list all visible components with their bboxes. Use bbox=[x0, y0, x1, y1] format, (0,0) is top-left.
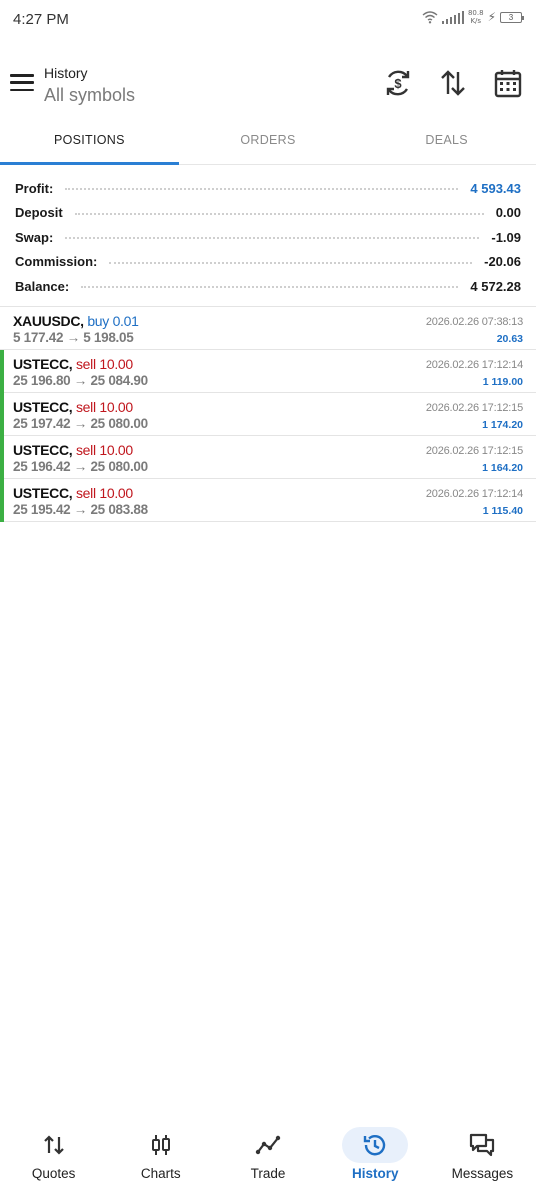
position-title: USTECC, sell 10.00 bbox=[13, 399, 133, 415]
position-title: USTECC, sell 10.00 bbox=[13, 442, 133, 458]
position-symbol: USTECC, bbox=[13, 399, 73, 415]
status-bar: 4:27 PM 80.8 K/s ⚡ 3 bbox=[0, 0, 536, 40]
summary-value: 4 572.28 bbox=[470, 278, 521, 294]
svg-text:$: $ bbox=[394, 76, 402, 91]
position-type: sell 10.00 bbox=[75, 356, 133, 372]
dotted-leader bbox=[65, 237, 480, 240]
nav-label: History bbox=[351, 1166, 399, 1181]
summary-value: -20.06 bbox=[484, 254, 521, 270]
wifi-icon bbox=[422, 11, 438, 24]
dotted-leader bbox=[65, 188, 459, 191]
dotted-leader bbox=[109, 261, 473, 264]
bottom-navigation: Quotes Charts Trade History Messages bbox=[0, 1120, 536, 1200]
tab-orders[interactable]: ORDERS bbox=[179, 121, 358, 164]
position-time: 2026.02.26 07:38:13 bbox=[425, 316, 523, 328]
position-time: 2026.02.26 17:12:15 bbox=[425, 445, 523, 457]
position-title: USTECC, sell 10.00 bbox=[13, 356, 133, 372]
summary-label: Profit: bbox=[15, 180, 54, 196]
symbol-filter[interactable]: All symbols bbox=[44, 85, 135, 106]
position-prices: 25 196.80 → 25 084.90 bbox=[13, 373, 148, 388]
position-prices: 25 197.42 → 25 080.00 bbox=[13, 416, 148, 431]
trade-icon bbox=[255, 1135, 281, 1155]
position-time: 2026.02.26 17:12:14 bbox=[425, 359, 523, 371]
nav-quotes[interactable]: Quotes bbox=[0, 1120, 107, 1200]
position-type: sell 10.00 bbox=[75, 442, 133, 458]
battery-icon: 3 bbox=[500, 11, 524, 23]
summary-value: 4 593.43 bbox=[470, 180, 521, 196]
position-type: sell 10.00 bbox=[75, 399, 133, 415]
position-time: 2026.02.26 17:12:15 bbox=[425, 402, 523, 414]
position-symbol: USTECC, bbox=[13, 485, 73, 501]
account-summary: Profit: 4 593.43 Deposit 0.00 Swap: -1.0… bbox=[0, 176, 536, 299]
nav-charts[interactable]: Charts bbox=[107, 1120, 214, 1200]
summary-value: 0.00 bbox=[495, 205, 521, 221]
summary-label: Commission: bbox=[15, 254, 98, 270]
summary-value: -1.09 bbox=[491, 229, 521, 245]
position-time: 2026.02.26 17:12:14 bbox=[425, 488, 523, 500]
nav-label: Trade bbox=[250, 1166, 286, 1181]
position-prices: 5 177.42 → 5 198.05 bbox=[13, 330, 134, 345]
nav-label: Quotes bbox=[31, 1166, 76, 1181]
signal-icon bbox=[441, 10, 464, 24]
summary-label: Swap: bbox=[15, 229, 54, 245]
position-prices: 25 195.42 → 25 083.88 bbox=[13, 502, 148, 517]
position-type: sell 10.00 bbox=[75, 485, 133, 501]
messages-icon bbox=[470, 1133, 495, 1157]
app-header: History All symbols $ bbox=[0, 52, 536, 116]
network-speed-unit: K/s bbox=[470, 17, 482, 25]
position-profit: 1 115.40 bbox=[482, 505, 523, 517]
history-tabs: POSITIONS ORDERS DEALS bbox=[0, 121, 536, 165]
sort-icon[interactable] bbox=[439, 68, 467, 98]
dotted-leader bbox=[74, 212, 484, 215]
menu-icon[interactable] bbox=[10, 74, 34, 94]
positions-list: XAUUSDC, buy 0.01 5 177.42 → 5 198.05 20… bbox=[0, 306, 536, 522]
position-row[interactable]: USTECC, sell 10.00 25 196.42 → 25 080.00… bbox=[0, 436, 536, 479]
summary-row-commission: Commission: -20.06 bbox=[0, 250, 536, 275]
summary-row-profit: Profit: 4 593.43 bbox=[0, 176, 536, 201]
tab-positions[interactable]: POSITIONS bbox=[0, 121, 179, 165]
position-symbol: USTECC, bbox=[13, 442, 73, 458]
summary-label: Balance: bbox=[15, 278, 70, 294]
position-profit: 20.63 bbox=[496, 333, 523, 345]
nav-history[interactable]: History bbox=[322, 1120, 429, 1200]
position-row[interactable]: USTECC, sell 10.00 25 195.42 → 25 083.88… bbox=[0, 479, 536, 522]
history-icon bbox=[364, 1135, 386, 1156]
position-symbol: USTECC, bbox=[13, 356, 73, 372]
position-row[interactable]: USTECC, sell 10.00 25 197.42 → 25 080.00… bbox=[0, 393, 536, 436]
position-type: buy 0.01 bbox=[87, 313, 139, 329]
quotes-icon bbox=[43, 1135, 64, 1155]
dotted-leader bbox=[81, 286, 459, 289]
summary-row-deposit: Deposit 0.00 bbox=[0, 201, 536, 226]
status-time: 4:27 PM bbox=[13, 11, 69, 28]
position-title: XAUUSDC, buy 0.01 bbox=[13, 313, 139, 329]
summary-row-swap: Swap: -1.09 bbox=[0, 225, 536, 250]
charts-icon bbox=[151, 1135, 170, 1155]
status-icons: 80.8 K/s ⚡ 3 bbox=[422, 9, 524, 25]
summary-label: Deposit bbox=[15, 205, 63, 221]
position-title: USTECC, sell 10.00 bbox=[13, 485, 133, 501]
calendar-icon[interactable] bbox=[494, 68, 522, 98]
position-prices: 25 196.42 → 25 080.00 bbox=[13, 459, 148, 474]
nav-label: Charts bbox=[140, 1166, 181, 1181]
position-profit: 1 164.20 bbox=[482, 462, 523, 474]
tab-deals[interactable]: DEALS bbox=[357, 121, 536, 164]
summary-row-balance: Balance: 4 572.28 bbox=[0, 274, 536, 299]
position-symbol: XAUUSDC, bbox=[13, 313, 84, 329]
network-speed: 80.8 K/s bbox=[468, 9, 484, 25]
nav-messages[interactable]: Messages bbox=[429, 1120, 536, 1200]
position-row[interactable]: USTECC, sell 10.00 25 196.80 → 25 084.90… bbox=[0, 350, 536, 393]
position-profit: 1 119.00 bbox=[482, 376, 523, 388]
network-speed-value: 80.8 bbox=[467, 9, 484, 17]
position-row[interactable]: XAUUSDC, buy 0.01 5 177.42 → 5 198.05 20… bbox=[0, 307, 536, 350]
nav-trade[interactable]: Trade bbox=[214, 1120, 321, 1200]
currency-refresh-icon[interactable]: $ bbox=[384, 68, 412, 98]
nav-label: Messages bbox=[451, 1166, 514, 1181]
position-profit: 1 174.20 bbox=[482, 419, 523, 431]
charging-icon: ⚡ bbox=[487, 10, 496, 24]
page-title: History bbox=[44, 65, 88, 81]
